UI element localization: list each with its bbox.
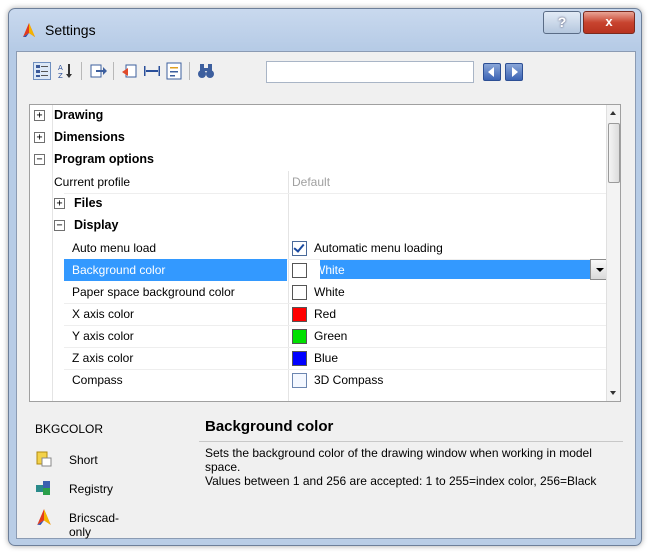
- property-name: Z axis color: [72, 351, 134, 365]
- property-row-z-axis-color[interactable]: Z axis color Blue: [30, 347, 607, 369]
- checkbox-checked-icon[interactable]: [292, 241, 307, 256]
- property-row-current-profile[interactable]: Current profile Default: [30, 171, 607, 193]
- property-row-paper-space-background-color[interactable]: Paper space background color White: [30, 281, 607, 303]
- color-swatch-blue: [292, 351, 307, 366]
- flag-label: Short: [69, 453, 98, 467]
- category-row-dimensions[interactable]: + Dimensions: [30, 127, 607, 149]
- scroll-down-arrow-icon[interactable]: [610, 391, 616, 395]
- property-name: Background color: [72, 263, 166, 277]
- property-name: X axis color: [72, 307, 135, 321]
- export-icon[interactable]: [89, 62, 107, 80]
- expand-icon[interactable]: +: [54, 198, 65, 209]
- vertical-scrollbar[interactable]: [606, 105, 620, 401]
- expand-icon[interactable]: +: [34, 110, 45, 121]
- color-swatch-white: [292, 263, 307, 278]
- property-row-auto-menu-load[interactable]: Auto menu load Automatic menu loading: [30, 237, 607, 259]
- property-row-background-color[interactable]: Background color White: [30, 259, 610, 281]
- property-row-y-axis-color[interactable]: Y axis color Green: [30, 325, 607, 347]
- category-label: Drawing: [54, 108, 104, 122]
- description-panel: BKGCOLOR Short Registry Bricscad-only Ba…: [29, 408, 625, 539]
- collapse-icon[interactable]: −: [34, 154, 45, 165]
- category-label: Program options: [54, 152, 155, 166]
- property-name: Current profile: [54, 175, 131, 189]
- settings-window: Settings ? x A Z + Drawing + Dimensions …: [8, 8, 642, 546]
- category-row-drawing[interactable]: + Drawing: [30, 105, 607, 127]
- color-swatch-white: [292, 285, 307, 300]
- toolbar: A Z: [17, 52, 635, 88]
- fit-width-icon[interactable]: [143, 62, 161, 80]
- color-dropdown[interactable]: [320, 260, 598, 279]
- property-row-x-axis-color[interactable]: X axis color Red: [30, 303, 607, 325]
- flag-label: Registry: [69, 482, 114, 496]
- category-label: Dimensions: [54, 130, 125, 144]
- help-label: ?: [557, 14, 567, 30]
- variable-name: BKGCOLOR: [35, 422, 104, 436]
- registry-icon: [36, 481, 50, 495]
- short-icon: [36, 451, 52, 467]
- color-swatch-red: [292, 307, 307, 322]
- find-binoculars-icon[interactable]: [197, 62, 215, 80]
- import-icon[interactable]: [121, 62, 139, 80]
- color-swatch-green: [292, 329, 307, 344]
- property-value: White: [314, 285, 345, 299]
- flag-label: Bricscad-only: [69, 511, 120, 539]
- description-line: Sets the background color of the drawing…: [205, 446, 592, 474]
- bricscad-logo-icon: [37, 509, 51, 525]
- help-button[interactable]: ?: [543, 11, 581, 34]
- property-value: Blue: [314, 351, 339, 365]
- category-label: Display: [74, 218, 119, 232]
- property-value: White: [314, 263, 345, 277]
- toolbar-separator: [81, 62, 82, 80]
- property-name: Paper space background color: [72, 285, 235, 299]
- property-value: Red: [314, 307, 337, 321]
- category-row-files[interactable]: + Files: [30, 193, 607, 215]
- category-label: Files: [74, 196, 103, 210]
- window-title: Settings: [45, 22, 96, 38]
- checkbox-unchecked-icon[interactable]: [292, 373, 307, 388]
- bricscad-logo-icon: [23, 23, 35, 37]
- svg-text:A: A: [58, 64, 63, 72]
- property-name: Auto menu load: [72, 241, 157, 255]
- expand-icon[interactable]: +: [34, 132, 45, 143]
- search-next-button[interactable]: [505, 63, 523, 81]
- property-name: Y axis color: [72, 329, 134, 343]
- description-line: Values between 1 and 256 are accepted: 1…: [205, 474, 597, 488]
- toolbar-separator: [113, 62, 114, 80]
- close-button[interactable]: x: [583, 11, 635, 34]
- search-input[interactable]: [266, 61, 474, 83]
- description-text: Sets the background color of the drawing…: [205, 446, 625, 488]
- properties-icon[interactable]: [165, 62, 183, 80]
- toolbar-separator: [189, 62, 190, 80]
- categorized-view-icon[interactable]: [33, 62, 51, 80]
- scrollbar-thumb[interactable]: [608, 123, 620, 183]
- category-row-program-options[interactable]: − Program options: [30, 149, 607, 171]
- collapse-icon[interactable]: −: [54, 220, 65, 231]
- svg-text:Z: Z: [58, 72, 63, 80]
- property-grid: + Drawing + Dimensions − Program options…: [29, 104, 621, 402]
- description-divider: [199, 441, 623, 442]
- property-value: 3D Compass: [314, 373, 384, 387]
- category-row-display[interactable]: − Display: [30, 215, 607, 237]
- property-value: Automatic menu loading: [314, 241, 443, 255]
- property-value: Green: [314, 329, 348, 343]
- property-row-compass[interactable]: Compass 3D Compass: [30, 369, 607, 391]
- search-previous-button[interactable]: [483, 63, 501, 81]
- property-value: Default: [292, 175, 331, 189]
- title-bar: Settings ? x: [9, 9, 641, 51]
- description-title: Background color: [205, 418, 334, 435]
- property-name: Compass: [72, 373, 123, 387]
- alphabetical-sort-icon[interactable]: A Z: [57, 62, 75, 80]
- dialog-body: A Z + Drawing + Dimensions − Program opt…: [16, 51, 636, 539]
- scroll-up-arrow-icon[interactable]: [610, 111, 616, 115]
